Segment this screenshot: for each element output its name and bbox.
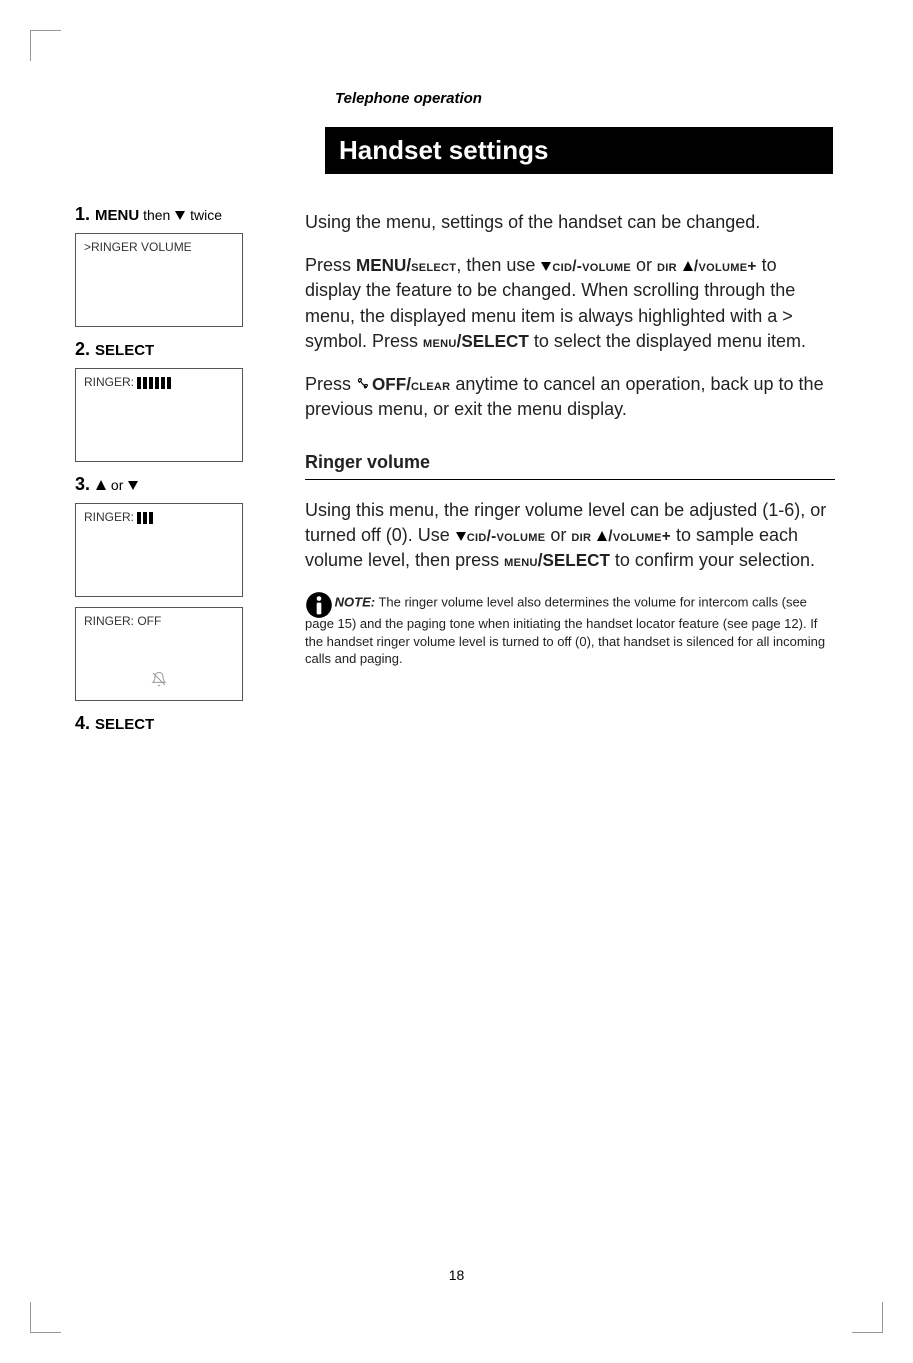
crop-mark-bl — [30, 1302, 61, 1333]
paragraph-4: Using this menu, the ringer volume level… — [305, 498, 835, 574]
p2-select2: /SELECT — [457, 332, 529, 351]
crop-mark-br — [852, 1302, 883, 1333]
bell-off-icon — [151, 671, 167, 690]
step-4-label: 4. SELECT — [75, 713, 285, 734]
step-1-label: 1. MENU then twice — [75, 204, 285, 225]
step-2-button: SELECT — [95, 342, 154, 359]
handset-icon — [356, 377, 372, 391]
page-number: 18 — [0, 1267, 913, 1283]
p4-menu-sc: menu — [504, 553, 538, 570]
lcd-3b-text: RINGER: OFF — [84, 614, 161, 628]
p2-text-b: , then use — [456, 255, 540, 275]
volume-bars-3-icon — [137, 512, 153, 524]
p4-select: /SELECT — [538, 551, 610, 570]
p2-menu: MENU/ — [356, 256, 411, 275]
p2-dir: dir — [657, 258, 677, 275]
triangle-up-icon — [682, 260, 694, 272]
step-1-suffix: twice — [186, 207, 222, 223]
lcd-screen-3b: RINGER: OFF — [75, 607, 243, 701]
lcd-3a-text: RINGER: — [84, 510, 137, 524]
p2-text-a: Press — [305, 255, 356, 275]
note-text: The ringer volume level also determines … — [305, 595, 825, 667]
step-3-label: 3. or — [75, 474, 285, 495]
steps-sidebar: 1. MENU then twice >RINGER VOLUME 2. SEL… — [75, 192, 305, 742]
p2-vol: /volume+ — [694, 258, 757, 275]
page-content: Telephone operation Handset settings 1. … — [75, 90, 835, 742]
triangle-up-icon — [95, 479, 107, 491]
triangle-down-icon — [540, 260, 552, 272]
p2-select-sc: select — [411, 258, 456, 275]
paragraph-2: Press MENU/select, then use cid/-volume … — [305, 253, 835, 354]
section-breadcrumb: Telephone operation — [335, 90, 835, 107]
step-2-num: 2. — [75, 339, 90, 359]
p3-text-a: Press — [305, 374, 356, 394]
lcd-2-text: RINGER: — [84, 375, 137, 389]
p2-text-d: to select the displayed menu item. — [529, 331, 806, 351]
step-1-num: 1. — [75, 204, 90, 224]
lcd-1-text: >RINGER VOLUME — [84, 240, 192, 254]
paragraph-1: Using the menu, settings of the handset … — [305, 210, 835, 235]
p4-dir: dir — [571, 528, 591, 545]
step-2-label: 2. SELECT — [75, 339, 285, 360]
step-4-button: SELECT — [95, 716, 154, 733]
p2-cid: cid/-volume — [552, 258, 631, 275]
triangle-up-icon — [596, 530, 608, 542]
subheading-ringer-volume: Ringer volume — [305, 450, 835, 479]
note-block: NOTE: The ringer volume level also deter… — [305, 591, 835, 668]
p3-clear: clear — [411, 377, 450, 394]
p3-off: OFF/ — [372, 375, 411, 394]
lcd-screen-2: RINGER: — [75, 368, 243, 462]
note-label: NOTE: — [335, 595, 375, 610]
triangle-down-icon — [455, 530, 467, 542]
p4-text-c: to confirm your selection. — [610, 550, 815, 570]
triangle-down-icon — [174, 209, 186, 221]
p4-cid: cid/-volume — [467, 528, 546, 545]
page-title: Handset settings — [325, 127, 833, 174]
volume-bars-6-icon — [137, 377, 171, 389]
step-1-button: MENU — [95, 207, 139, 224]
step-1-then: then — [139, 207, 174, 223]
triangle-down-icon — [127, 479, 139, 491]
crop-mark-tl — [30, 30, 61, 61]
p4-or: or — [545, 525, 571, 545]
p4-vol: /volume+ — [608, 528, 671, 545]
p2-or: or — [631, 255, 657, 275]
paragraph-3: Press OFF/clear anytime to cancel an ope… — [305, 372, 835, 422]
lcd-screen-3a: RINGER: — [75, 503, 243, 597]
step-4-num: 4. — [75, 713, 90, 733]
p2-menu2-sc: menu — [423, 334, 457, 351]
step-3-num: 3. — [75, 474, 90, 494]
main-content: Using the menu, settings of the handset … — [305, 192, 835, 742]
step-3-or: or — [107, 477, 127, 493]
lcd-screen-1: >RINGER VOLUME — [75, 233, 243, 327]
info-icon — [305, 591, 329, 615]
